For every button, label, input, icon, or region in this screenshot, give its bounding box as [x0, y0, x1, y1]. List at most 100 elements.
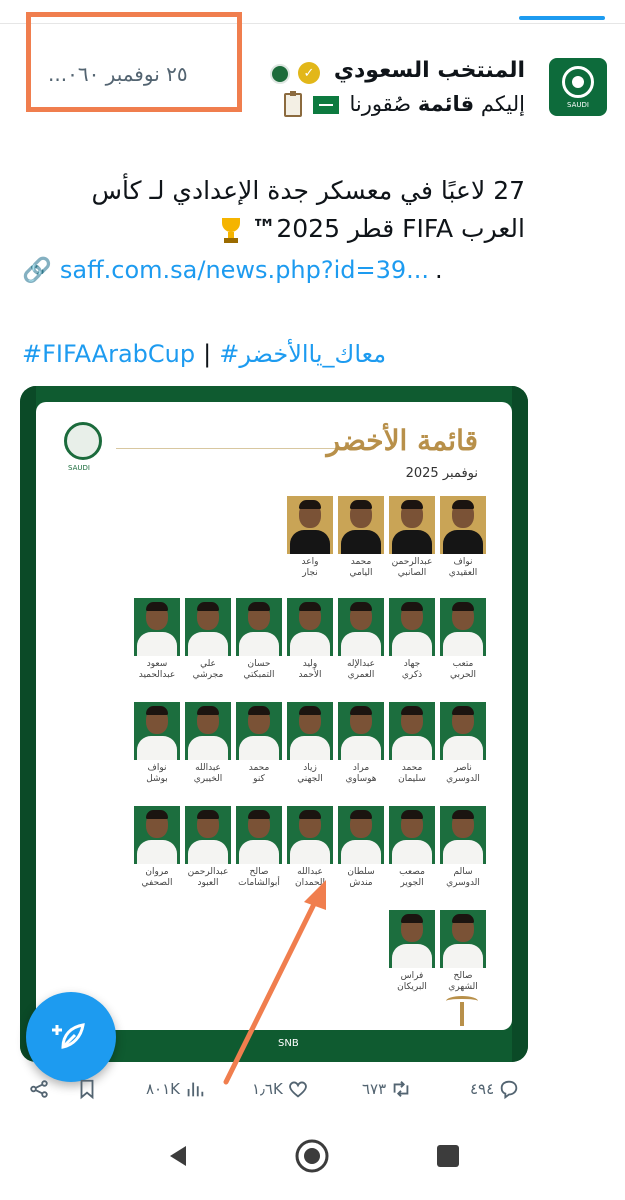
media-right-stripe: [512, 386, 528, 1062]
player-photo: [440, 910, 486, 968]
link-trailing-dot: .: [435, 256, 443, 284]
player-name: عبدالرحمن الصانبي: [391, 557, 433, 578]
player-card: وليد الأحمد: [287, 598, 333, 681]
timestamp-highlight-box: [26, 12, 242, 112]
player-name: مصعب الجوير: [399, 867, 425, 888]
verified-badge-icon: ✓: [298, 62, 320, 84]
player-card: حسان التمبكتي: [236, 598, 282, 681]
hashtag-green[interactable]: #معاك_ياالأخضر: [219, 340, 386, 368]
hashtag-separator: |: [203, 340, 212, 368]
player-card: عبدالرحمن الصانبي: [389, 496, 435, 579]
tweet-text-line-2: العرب FIFA قطر 2025™: [25, 210, 525, 248]
subline-bold: قائمة: [417, 92, 475, 116]
player-card: علي مجرشي: [185, 598, 231, 681]
player-photo: [134, 806, 180, 864]
player-name: واعد نجار: [301, 557, 319, 578]
player-photo: [134, 598, 180, 656]
media-card[interactable]: SAUDI قائمة الأخضر نوفمبر 2025 نواف العق…: [20, 386, 528, 1062]
player-card: نواف العقيدي: [440, 496, 486, 579]
player-photo: [287, 806, 333, 864]
player-photo: [440, 496, 486, 554]
retweet-button[interactable]: ٦٧٣: [362, 1078, 412, 1100]
tweet-text: 27 لاعبًا في معسكر جدة الإعدادي لـ كأس ا…: [25, 172, 525, 248]
home-button[interactable]: [292, 1136, 332, 1176]
back-button[interactable]: [158, 1136, 198, 1176]
recents-icon: [437, 1145, 459, 1167]
android-nav-bar: [0, 1116, 625, 1200]
trophy-icon: [219, 216, 243, 244]
player-photo: [185, 598, 231, 656]
retweets-count: ٦٧٣: [362, 1080, 387, 1098]
link-row: 🔗 saff.com.sa/news.php?id=39....: [22, 256, 602, 284]
player-card: فراس البريكان: [389, 910, 435, 993]
likes-count: ١٫٦K: [252, 1080, 283, 1098]
reply-icon: [500, 1080, 518, 1100]
views-count: ٨٠١K: [146, 1080, 181, 1098]
squad-list-graphic: SAUDI قائمة الأخضر نوفمبر 2025 نواف العق…: [36, 402, 512, 1030]
player-name: حسان التمبكتي: [243, 659, 275, 680]
recents-button[interactable]: [428, 1136, 468, 1176]
player-card: جهاد ذكري: [389, 598, 435, 681]
player-name: زياد الجهني: [297, 763, 323, 784]
player-name: علي مجرشي: [192, 659, 224, 680]
player-photo: [287, 702, 333, 760]
player-name: سالم الدوسري: [446, 867, 480, 888]
player-photo: [185, 702, 231, 760]
saudi-flag-icon: [312, 96, 339, 114]
subline-prefix: إليكم: [474, 92, 525, 116]
bookmark-button[interactable]: [76, 1078, 98, 1100]
player-photo: [338, 496, 384, 554]
squad-date: نوفمبر 2025: [405, 466, 478, 481]
retweet-icon: [393, 1081, 409, 1097]
replies-count: ٤٩٤: [470, 1080, 495, 1098]
player-photo: [236, 806, 282, 864]
player-card: سالم الدوسري: [440, 806, 486, 889]
reply-button[interactable]: ٤٩٤: [470, 1078, 520, 1100]
avatar-label: SAUDI: [567, 100, 589, 109]
player-name: عبدالإله العمري: [346, 659, 375, 680]
media-left-stripe: [20, 386, 36, 1062]
player-card: محمد سليمان: [389, 702, 435, 785]
player-photo: [338, 598, 384, 656]
like-button[interactable]: ١٫٦K: [252, 1078, 309, 1100]
clipboard-icon: [284, 91, 303, 117]
player-card: عبدالله الحمدان: [287, 806, 333, 889]
player-name: عبدالله الخيبري: [193, 763, 223, 784]
player-photo: [236, 702, 282, 760]
player-photo: [389, 910, 435, 968]
player-card: مصعب الجوير: [389, 806, 435, 889]
display-name[interactable]: المنتخب السعودي: [334, 58, 525, 83]
player-name: جهاد ذكري: [401, 659, 423, 680]
news-link[interactable]: saff.com.sa/news.php?id=39...: [60, 256, 429, 284]
player-name: محمد سليمان: [398, 763, 426, 784]
player-photo: [389, 702, 435, 760]
player-name: فراس البريكان: [397, 971, 427, 992]
player-name: مراد هوساوي: [345, 763, 377, 784]
player-name: متعب الحربي: [449, 659, 477, 680]
palm-swords-emblem-icon: [442, 992, 482, 1028]
sponsor-label: SNB: [278, 1038, 299, 1049]
heart-icon: [288, 1081, 307, 1098]
hashtag-fifa-arab-cup[interactable]: #FIFAArabCup: [22, 340, 195, 368]
squad-title: قائمة الأخضر: [326, 424, 478, 457]
active-tab-indicator: [519, 16, 605, 20]
trademark-mark: ™: [251, 214, 277, 243]
player-photo: [440, 598, 486, 656]
player-card: متعب الحربي: [440, 598, 486, 681]
views-button[interactable]: ٨٠١K: [146, 1078, 206, 1100]
player-photo: [338, 806, 384, 864]
player-card: سلطان مندش: [338, 806, 384, 889]
avatar[interactable]: SAUDI: [549, 58, 607, 116]
player-name: سعود عبدالحميد: [138, 659, 176, 680]
share-button[interactable]: [28, 1078, 50, 1100]
player-card: ناصر الدوسري: [440, 702, 486, 785]
player-name: سلطان مندش: [347, 867, 375, 888]
player-name: ناصر الدوسري: [446, 763, 480, 784]
player-photo: [287, 496, 333, 554]
player-card: عبدالرحمن العبود: [185, 806, 231, 889]
player-name: صالح أبوالشامات: [238, 867, 280, 888]
player-photo: [389, 598, 435, 656]
title-divider: [116, 448, 346, 449]
share-icon: [30, 1080, 48, 1098]
tweet-text-line-2-body: العرب FIFA قطر 2025: [276, 214, 525, 243]
